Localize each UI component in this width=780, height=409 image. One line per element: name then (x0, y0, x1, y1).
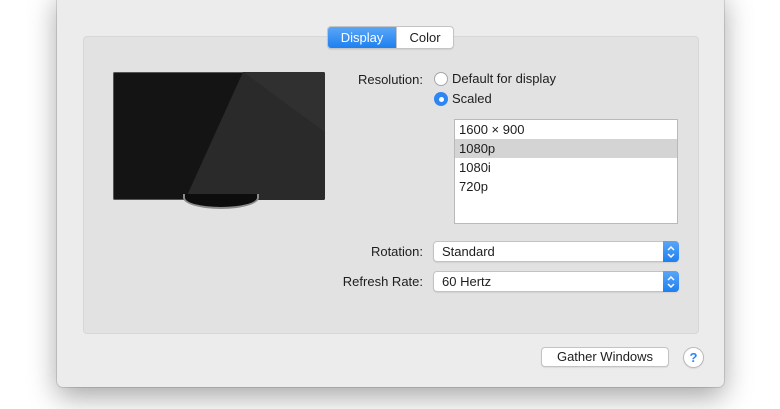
tab-bar: Display Color (327, 26, 454, 49)
list-item[interactable]: 1080i (455, 158, 677, 177)
chevron-updown-icon[interactable] (663, 241, 679, 262)
list-item-selected[interactable]: 1080p (455, 139, 677, 158)
tab-display[interactable]: Display (328, 27, 396, 48)
radio-label: Default for display (452, 71, 557, 86)
radio-default-for-display[interactable]: Default for display (434, 71, 556, 86)
rotation-label: Rotation: (370, 244, 423, 259)
screen-glare (185, 72, 325, 200)
chevron-updown-icon[interactable] (663, 271, 679, 292)
radio-button-selected[interactable] (434, 91, 448, 106)
rotation-value: Standard (442, 244, 495, 259)
refresh-rate-value: 60 Hertz (442, 274, 492, 289)
radio-scaled[interactable]: Scaled (434, 91, 492, 106)
gather-windows-button[interactable]: Gather Windows (541, 347, 669, 367)
refresh-rate-label: Refresh Rate: (342, 274, 423, 289)
tv-monitor-icon (113, 72, 325, 209)
scaled-resolution-list[interactable]: 1600 × 900 1080p 1080i 720p (454, 119, 678, 224)
list-item[interactable]: 1600 × 900 (455, 120, 677, 139)
radio-label: Scaled (452, 91, 492, 106)
tab-color[interactable]: Color (396, 27, 453, 48)
list-item[interactable]: 720p (455, 177, 677, 196)
rotation-popup[interactable]: Standard (433, 241, 679, 262)
refresh-rate-popup[interactable]: 60 Hertz (433, 271, 679, 292)
tv-screen (113, 72, 325, 200)
display-preferences-window: Display Color Resolution: Default for di… (57, 0, 724, 387)
resolution-label: Resolution: (357, 72, 423, 87)
radio-button[interactable] (434, 71, 448, 86)
help-icon[interactable]: ? (683, 347, 704, 368)
